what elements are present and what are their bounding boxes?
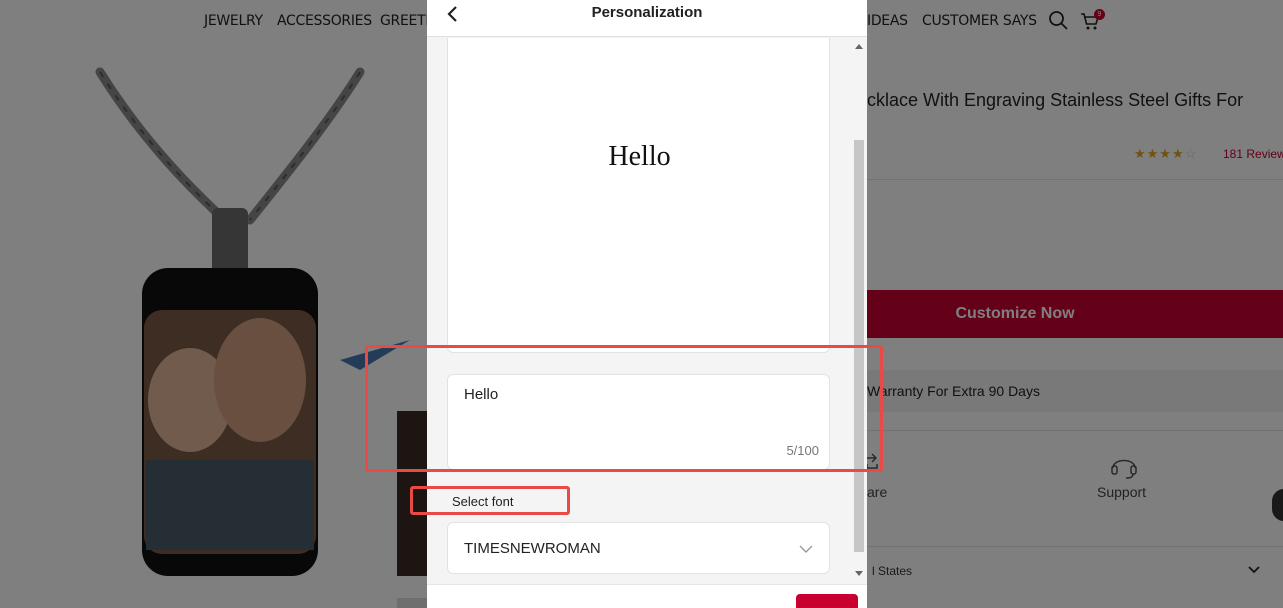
modal-scrollbar[interactable] bbox=[851, 38, 867, 584]
highlight-text-input bbox=[365, 345, 883, 472]
engraving-preview: Hello bbox=[447, 38, 830, 353]
modal-header: Personalization bbox=[427, 0, 867, 37]
modal-footer bbox=[427, 584, 867, 608]
font-select[interactable]: TIMESNEWROMAN bbox=[447, 522, 830, 574]
scroll-up-arrow-icon[interactable] bbox=[855, 43, 863, 49]
confirm-button[interactable] bbox=[796, 594, 858, 608]
page: JEWELRY ACCESSORIES GREETI IDEAS CUSTOME… bbox=[0, 0, 1283, 608]
font-select-value[interactable]: TIMESNEWROMAN bbox=[464, 540, 601, 557]
chevron-down-icon[interactable] bbox=[799, 542, 813, 556]
preview-text: Hello bbox=[608, 141, 671, 172]
modal-title: Personalization bbox=[591, 4, 703, 21]
scroll-down-arrow-icon[interactable] bbox=[855, 571, 863, 577]
personalization-modal: Personalization Hello Hello 5/100 Select… bbox=[427, 0, 867, 608]
highlight-select-font bbox=[410, 486, 570, 515]
